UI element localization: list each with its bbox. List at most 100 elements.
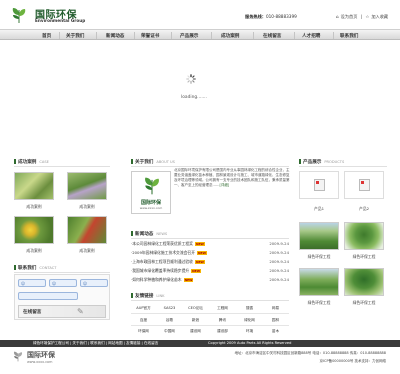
online-message-banner[interactable]: 在线留言 ✎ <box>18 305 106 318</box>
nav-about[interactable]: 关于我们 <box>66 33 84 39</box>
case-caption[interactable]: 成功案例 <box>67 204 107 210</box>
contact-title-en: CONTACT <box>39 266 57 270</box>
news-item-title[interactable]: ·我国城市绿化覆盖率持续稳步提升 <box>131 268 189 273</box>
case-caption[interactable]: 成功案例 <box>14 204 54 210</box>
nav-products[interactable]: 产品展示 <box>180 33 198 39</box>
section-marker <box>131 231 133 236</box>
products-title[interactable]: 产品展示 PRODUCTS <box>303 159 344 165</box>
friend-link[interactable]: 绿化网 <box>237 318 262 323</box>
product-caption[interactable]: 产品1 <box>299 206 339 212</box>
set-homepage-link[interactable]: 设为首页 <box>341 14 358 19</box>
contact-title[interactable]: 联系我们 CONTACT <box>18 265 56 271</box>
news-item[interactable]: ·本公司园林绿化工程荣获优质工程奖 NEW 2009-9-24 <box>131 241 289 247</box>
friend-link[interactable]: 新浪 <box>183 318 208 323</box>
product-image[interactable] <box>344 268 384 296</box>
footer-logo: 国际环保 <box>27 351 55 359</box>
friend-link[interactable]: AUP官方 <box>131 306 156 311</box>
footer-links[interactable]: 绿色环境保护工程公司 | 关于我们 | 联系我们 | 网站地图 | 友情链接 |… <box>33 341 158 346</box>
nav-jobs[interactable]: 人才招聘 <box>302 33 320 39</box>
news-item-title[interactable]: ·上海市政园林工程项目顺利通过验收 <box>131 259 193 264</box>
friend-link[interactable]: 搜狐 <box>237 306 262 311</box>
friend-link[interactable]: 中国网 <box>157 329 182 334</box>
friend-link[interactable]: 环境 <box>237 329 262 334</box>
product-caption[interactable]: 绿色环保工程 <box>299 254 339 260</box>
divider <box>299 166 387 167</box>
star-icon: ☆ <box>365 14 370 19</box>
nav-news[interactable]: 新闻动态 <box>106 33 124 39</box>
section-marker <box>14 159 16 164</box>
news-item[interactable]: ·如何科学种植和养护绿化苗木 NEW 2009-9-24 <box>131 277 289 283</box>
cases-title-text: 成功案例 <box>18 160 37 165</box>
news-title-en: NEWS <box>156 232 168 236</box>
news-item[interactable]: ·我国城市绿化覆盖率持续稳步提升 NEW 2009-9-24 <box>131 268 289 274</box>
product-image[interactable] <box>299 268 339 296</box>
news-item[interactable]: ·上海市政园林工程项目顺利通过验收 NEW 2009-9-24 <box>131 259 289 265</box>
qq-chat-button[interactable]: ☺ <box>49 279 77 287</box>
case-caption[interactable]: 成功案例 <box>67 248 107 254</box>
friend-link[interactable]: 腾讯 <box>210 318 235 323</box>
add-favorite-link[interactable]: 加入收藏 <box>371 14 388 19</box>
product-image[interactable] <box>299 222 339 250</box>
product-caption[interactable]: 产品2 <box>344 206 384 212</box>
nav-honors[interactable]: 荣誉证书 <box>141 33 159 39</box>
news-item-date: 2009-9-24 <box>269 268 289 273</box>
friend-link[interactable]: 园林 <box>263 318 288 323</box>
friend-link[interactable]: 苗木 <box>263 329 288 334</box>
about-more-link[interactable]: [详细] <box>220 183 230 187</box>
product-image[interactable] <box>344 222 384 250</box>
case-caption[interactable]: 成功案例 <box>14 248 54 254</box>
divider <box>131 166 289 167</box>
about-title[interactable]: 关于我们 ABOUT US <box>135 159 175 165</box>
friend-link[interactable]: 环保网 <box>131 329 156 334</box>
links-title[interactable]: 友情链接 LINK <box>135 293 165 299</box>
friend-link[interactable]: 网易 <box>263 306 288 311</box>
divider <box>131 300 289 301</box>
qq-chat-button[interactable]: ☺ <box>18 279 46 287</box>
about-body: 北京国际环境保护有限公司是国内专业从事园林绿化工程的综合性企业，主要业务涵盖绿化… <box>174 168 290 187</box>
qq-chat-button[interactable] <box>18 292 78 300</box>
news-title-text: 新闻动态 <box>135 232 154 237</box>
leaf-logo-icon <box>13 351 23 362</box>
leaf-logo-icon <box>145 177 159 195</box>
friend-link[interactable]: 建设网 <box>183 329 208 334</box>
friend-link[interactable]: 建设部 <box>210 329 235 334</box>
news-item-title[interactable]: ·本公司园林绿化工程荣获优质工程奖 <box>131 241 193 246</box>
section-marker <box>299 159 301 164</box>
cases-title[interactable]: 成功案例 CASE <box>18 159 49 165</box>
qq-icon: ☺ <box>21 281 26 286</box>
case-image[interactable] <box>14 216 54 244</box>
case-image[interactable] <box>67 172 107 200</box>
product-image[interactable] <box>299 171 339 199</box>
friend-link[interactable]: CEO论坛 <box>183 306 208 311</box>
friend-link[interactable]: 谷歌 <box>157 318 182 323</box>
nav-message[interactable]: 在线留言 <box>263 33 281 39</box>
news-item-title[interactable]: ·2009年园林绿化施工技术交流会召开 <box>131 250 195 255</box>
product-caption[interactable]: 绿色环保工程 <box>344 300 384 306</box>
nav-divider <box>59 32 60 39</box>
news-title[interactable]: 新闻动态 NEWS <box>135 231 167 237</box>
about-image[interactable]: 国际环保 www.xxxx.com <box>131 171 171 214</box>
product-caption[interactable]: 绿色环保工程 <box>344 254 384 260</box>
separator: | <box>360 14 363 19</box>
divider <box>14 166 110 167</box>
nav-cases[interactable]: 成功案例 <box>221 33 239 39</box>
nav-home[interactable]: 首页 <box>42 33 51 39</box>
case-image[interactable] <box>14 172 54 200</box>
friend-link[interactable]: 工程网 <box>210 306 235 311</box>
footer-address: 地址：北京市海淀区中关村科技园区创新路888号 电话：010-88888888 … <box>234 351 386 355</box>
leaf-logo-icon[interactable] <box>10 7 28 24</box>
case-image[interactable] <box>67 216 107 244</box>
news-item[interactable]: ·2009年园林绿化施工技术交流会召开 NEW 2009-9-24 <box>131 250 289 256</box>
friend-link[interactable]: SAS23 <box>157 306 182 310</box>
friend-link[interactable]: 百度 <box>131 318 156 323</box>
product-image[interactable] <box>344 171 384 199</box>
online-message-label: 在线留言 <box>23 310 42 315</box>
footer-record: 京ICP备00000000号 技术支持：力创网络 <box>319 359 386 363</box>
nav-contact[interactable]: 联系我们 <box>340 33 358 39</box>
image-placeholder-icon <box>314 179 325 191</box>
news-item-date: 2009-9-24 <box>269 241 289 246</box>
product-caption[interactable]: 绿色环保工程 <box>299 300 339 306</box>
image-placeholder-icon <box>359 179 370 191</box>
news-item-title[interactable]: ·如何科学种植和养护绿化苗木 <box>131 277 182 282</box>
qq-chat-button[interactable]: ☺ <box>80 279 108 287</box>
